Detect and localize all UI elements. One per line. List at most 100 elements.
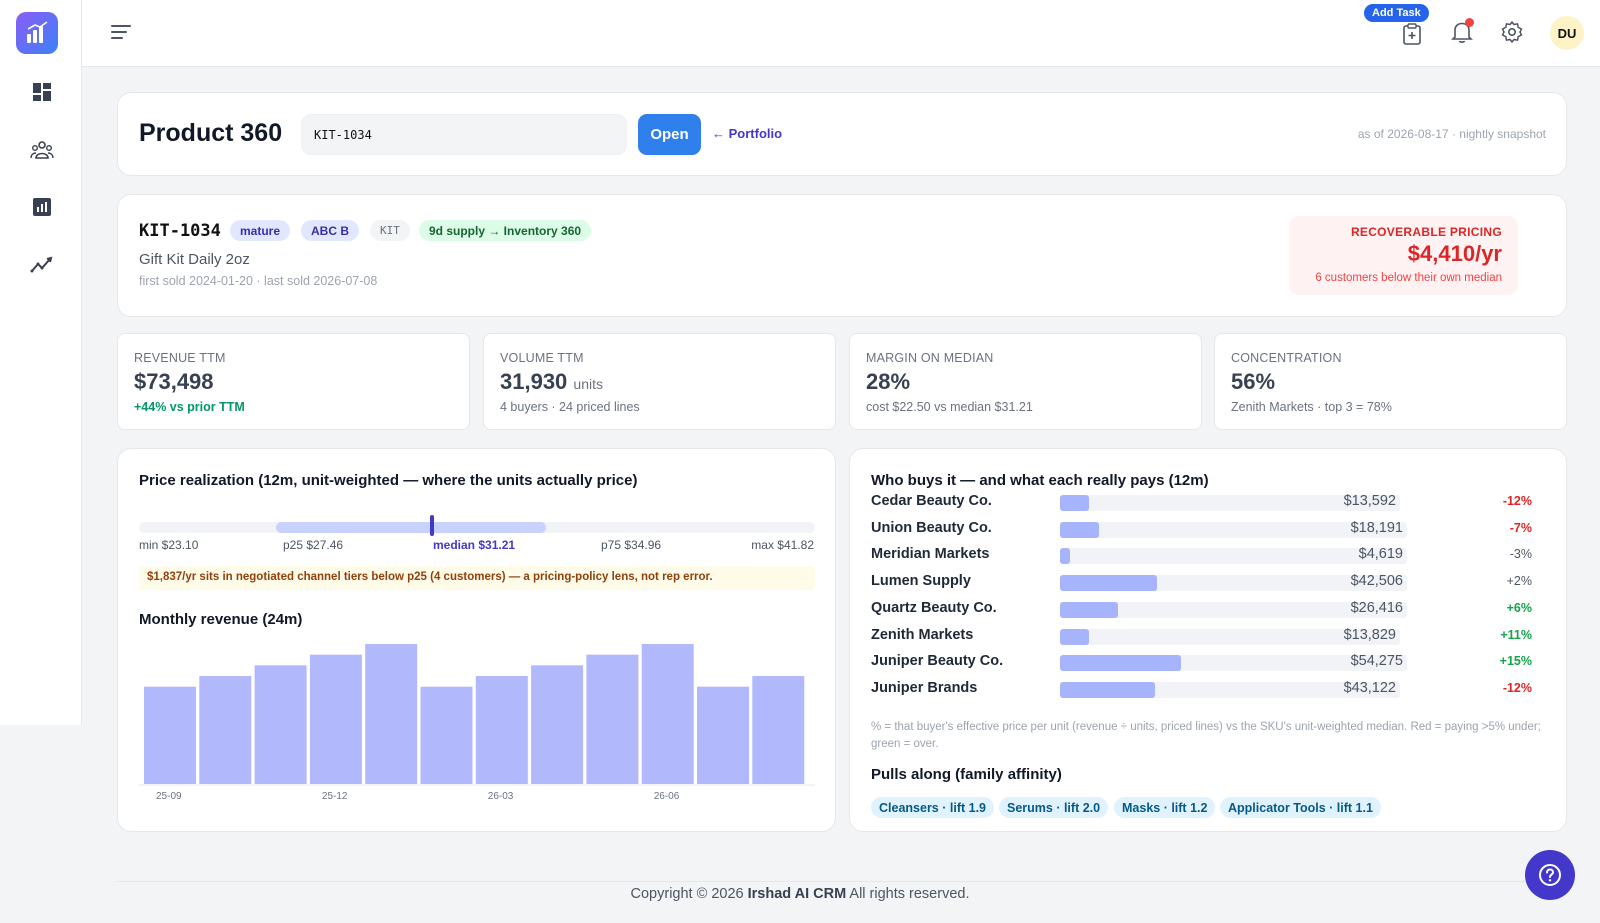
buyer-price-delta: -3% [1509,547,1532,562]
buyer-share-bar [1060,681,1156,698]
footer-copyright: Copyright © 2026 [630,886,744,902]
price-realization-card: Price realization (12m, unit-weighted — … [117,448,836,832]
kpi-label: REVENUE TTM [134,351,226,365]
buyers-legend-note: % = that buyer's effective price per uni… [871,721,1541,750]
buyer-revenue: $42,506 [1350,573,1403,590]
topbar: Add Task DU [82,0,1600,67]
affinity-chip[interactable]: Serums · lift 2.0 [999,797,1109,818]
report-chart-icon [33,198,51,216]
footer-rights: All rights reserved. [849,886,970,902]
kpi-volume-ttm: VOLUME TTM 31,930 units 4 buyers · 24 pr… [483,333,836,430]
buyer-name: Meridian Markets [871,546,990,563]
affinity-title: Pulls along (family affinity) [871,766,1062,783]
category-badge: KIT [370,220,410,241]
sku-search-input[interactable] [301,114,627,155]
buyer-price-delta: +2% [1506,574,1532,589]
sidebar-item-reports[interactable] [28,193,56,221]
dashboard-icon [33,83,51,101]
recoverable-pricing-panel: RECOVERABLE PRICING $4,410/yr 6 customer… [1289,216,1518,295]
kpi-label: MARGIN ON MEDIAN [866,351,994,365]
buyer-name: Juniper Beauty Co. [871,653,1004,670]
buyer-name: Union Beauty Co. [871,519,992,536]
menu-toggle-button[interactable] [110,22,134,44]
x-tick-label: 26-03 [488,791,514,802]
product-sold-dates: first sold 2024-01-20 · last sold 2026-0… [139,274,378,288]
kpi-label: CONCENTRATION [1231,351,1342,365]
affinity-chip[interactable]: Masks · lift 1.2 [1114,797,1216,818]
page-title: Product 360 [139,119,283,147]
buyer-share-bar [1060,601,1119,618]
kpi-label: VOLUME TTM [500,351,584,365]
recoverable-pricing-sub: 6 customers below their own median [1315,272,1502,284]
kpi-concentration: CONCENTRATION 56% Zenith Markets · top 3… [1214,333,1567,430]
question-circle-icon [1539,864,1561,886]
price-iqr-band [276,522,546,533]
gear-icon [1501,21,1523,43]
buyer-revenue: $18,191 [1350,519,1403,536]
kpi-unit: units [573,376,603,392]
kpi-value: $73,498 [134,369,214,394]
price-max-label: max $41.82 [751,538,814,552]
help-button[interactable] [1525,850,1575,900]
notification-dot [1465,18,1474,27]
settings-button[interactable] [1498,18,1526,46]
revenue-bar [641,644,694,784]
sidebar-item-customers[interactable] [28,136,56,164]
hamburger-menu-icon [111,25,131,39]
revenue-bar [752,676,805,784]
lifecycle-badge: mature [230,220,291,241]
buyer-revenue: $13,829 [1343,626,1396,643]
revenue-bar [199,676,252,784]
buyer-name: Cedar Beauty Co. [871,493,992,509]
buyer-share-bar [1060,548,1070,565]
user-avatar[interactable]: DU [1550,16,1584,50]
affinity-chip[interactable]: Cleansers · lift 1.9 [871,797,994,818]
revenue-bar [254,665,307,784]
buyer-revenue: $43,122 [1343,679,1396,696]
affinity-chip[interactable]: Applicator Tools · lift 1.1 [1220,797,1381,818]
buyer-name: Juniper Brands [871,679,978,696]
buyer-name: Lumen Supply [871,573,971,590]
buyer-share-bar [1060,575,1158,592]
add-task-button[interactable] [1398,20,1426,48]
kpi-value: 31,930 units [500,369,603,394]
product-name: Gift Kit Daily 2oz [139,251,250,268]
snapshot-timestamp: as of 2026-08-17 · nightly snapshot [1357,127,1546,141]
buyer-name: Zenith Markets [871,626,974,643]
footer-brand: Irshad AI CRM [747,886,847,902]
revenue-bar [420,686,473,784]
kpi-sub: +44% vs prior TTM [134,400,245,414]
revenue-bar [309,654,362,784]
notifications-button[interactable] [1448,18,1476,46]
sidebar-item-analytics[interactable] [28,250,56,278]
footer: Copyright © 2026 Irshad AI CRM All right… [0,886,1600,902]
price-median-marker [430,515,434,536]
open-button[interactable]: Open [638,114,701,155]
portfolio-back-link[interactable]: ← Portfolio [712,126,782,141]
product-sku: KIT-1034 [139,221,221,241]
buyer-share-bar [1060,495,1089,511]
revenue-bar [475,676,528,784]
recoverable-pricing-value: $4,410/yr [1407,241,1502,266]
revenue-bar [144,686,196,784]
inventory-supply-badge[interactable]: 9d supply → Inventory 360 [419,220,592,241]
buyer-price-delta: -12% [1502,680,1532,695]
app-logo[interactable] [16,12,58,54]
bar-chart-logo-icon [27,21,48,43]
kpi-sub: 4 buyers · 24 priced lines [500,400,640,414]
price-min-label: min $23.10 [139,538,199,552]
buyer-revenue: $54,275 [1350,653,1403,670]
buyer-price-delta: +6% [1506,600,1532,615]
users-group-icon [30,141,54,159]
buyers-card: Who buys it — and what each really pays … [849,448,1567,832]
buyer-price-delta: -7% [1509,520,1532,535]
buyer-revenue: $13,592 [1343,493,1396,509]
price-median-label: median $31.21 [433,538,516,552]
revenue-bar [365,644,418,784]
sidebar-item-dashboard[interactable] [28,78,56,106]
page-header-card: Product 360 Open ← Portfolio as of 2026-… [117,92,1567,176]
footer-divider [117,881,1567,882]
revenue-bar [697,686,749,784]
price-p75-label: p75 $34.96 [601,538,662,552]
kpi-margin-on-median: MARGIN ON MEDIAN 28% cost $22.50 vs medi… [849,333,1202,430]
